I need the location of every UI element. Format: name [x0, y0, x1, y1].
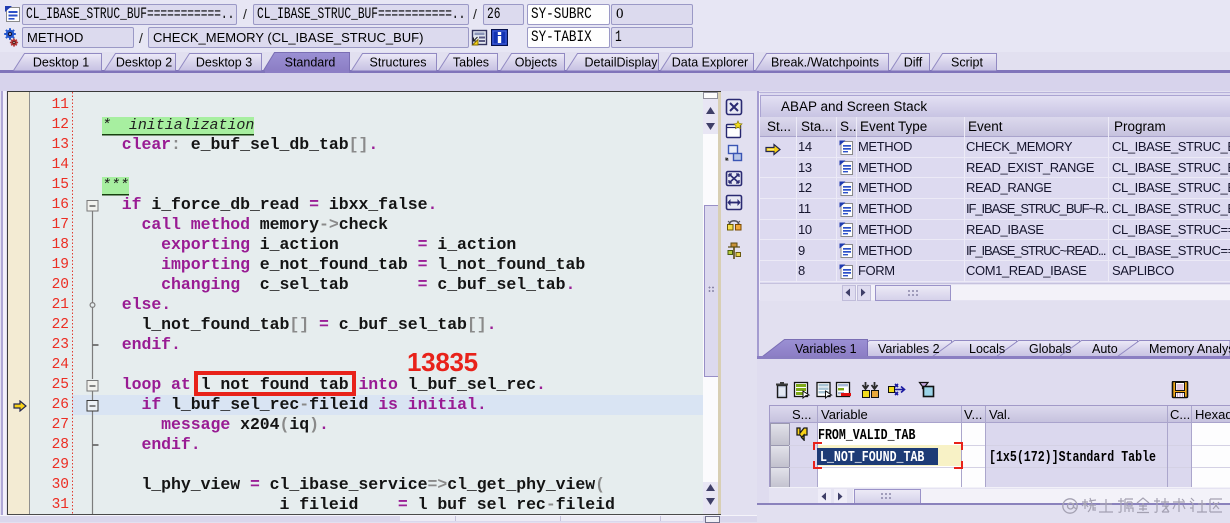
svg-text:Objects: Objects: [515, 56, 557, 70]
svg-text:Variables 1: Variables 1: [795, 342, 857, 356]
svg-text:Structures: Structures: [370, 56, 427, 70]
svg-text:Memory Analysis: Memory Analysis: [1149, 342, 1230, 356]
svg-text:Script: Script: [951, 56, 983, 70]
svg-text:Diff: Diff: [904, 56, 923, 70]
svg-text:Desktop 2: Desktop 2: [116, 56, 172, 70]
svg-text:Data Explorer: Data Explorer: [672, 56, 748, 70]
svg-text:Desktop 3: Desktop 3: [196, 56, 252, 70]
svg-text:Auto: Auto: [1092, 342, 1118, 356]
svg-text:Tables: Tables: [453, 56, 489, 70]
svg-text:DetailDisplay: DetailDisplay: [585, 56, 659, 70]
svg-text:Desktop 1: Desktop 1: [33, 56, 89, 70]
svg-text:Variables 2: Variables 2: [878, 342, 940, 356]
svg-text:Locals: Locals: [969, 342, 1005, 356]
svg-text:Standard: Standard: [285, 56, 336, 70]
svg-text:Globals: Globals: [1029, 342, 1071, 356]
svg-text:Break./Watchpoints: Break./Watchpoints: [771, 56, 879, 70]
